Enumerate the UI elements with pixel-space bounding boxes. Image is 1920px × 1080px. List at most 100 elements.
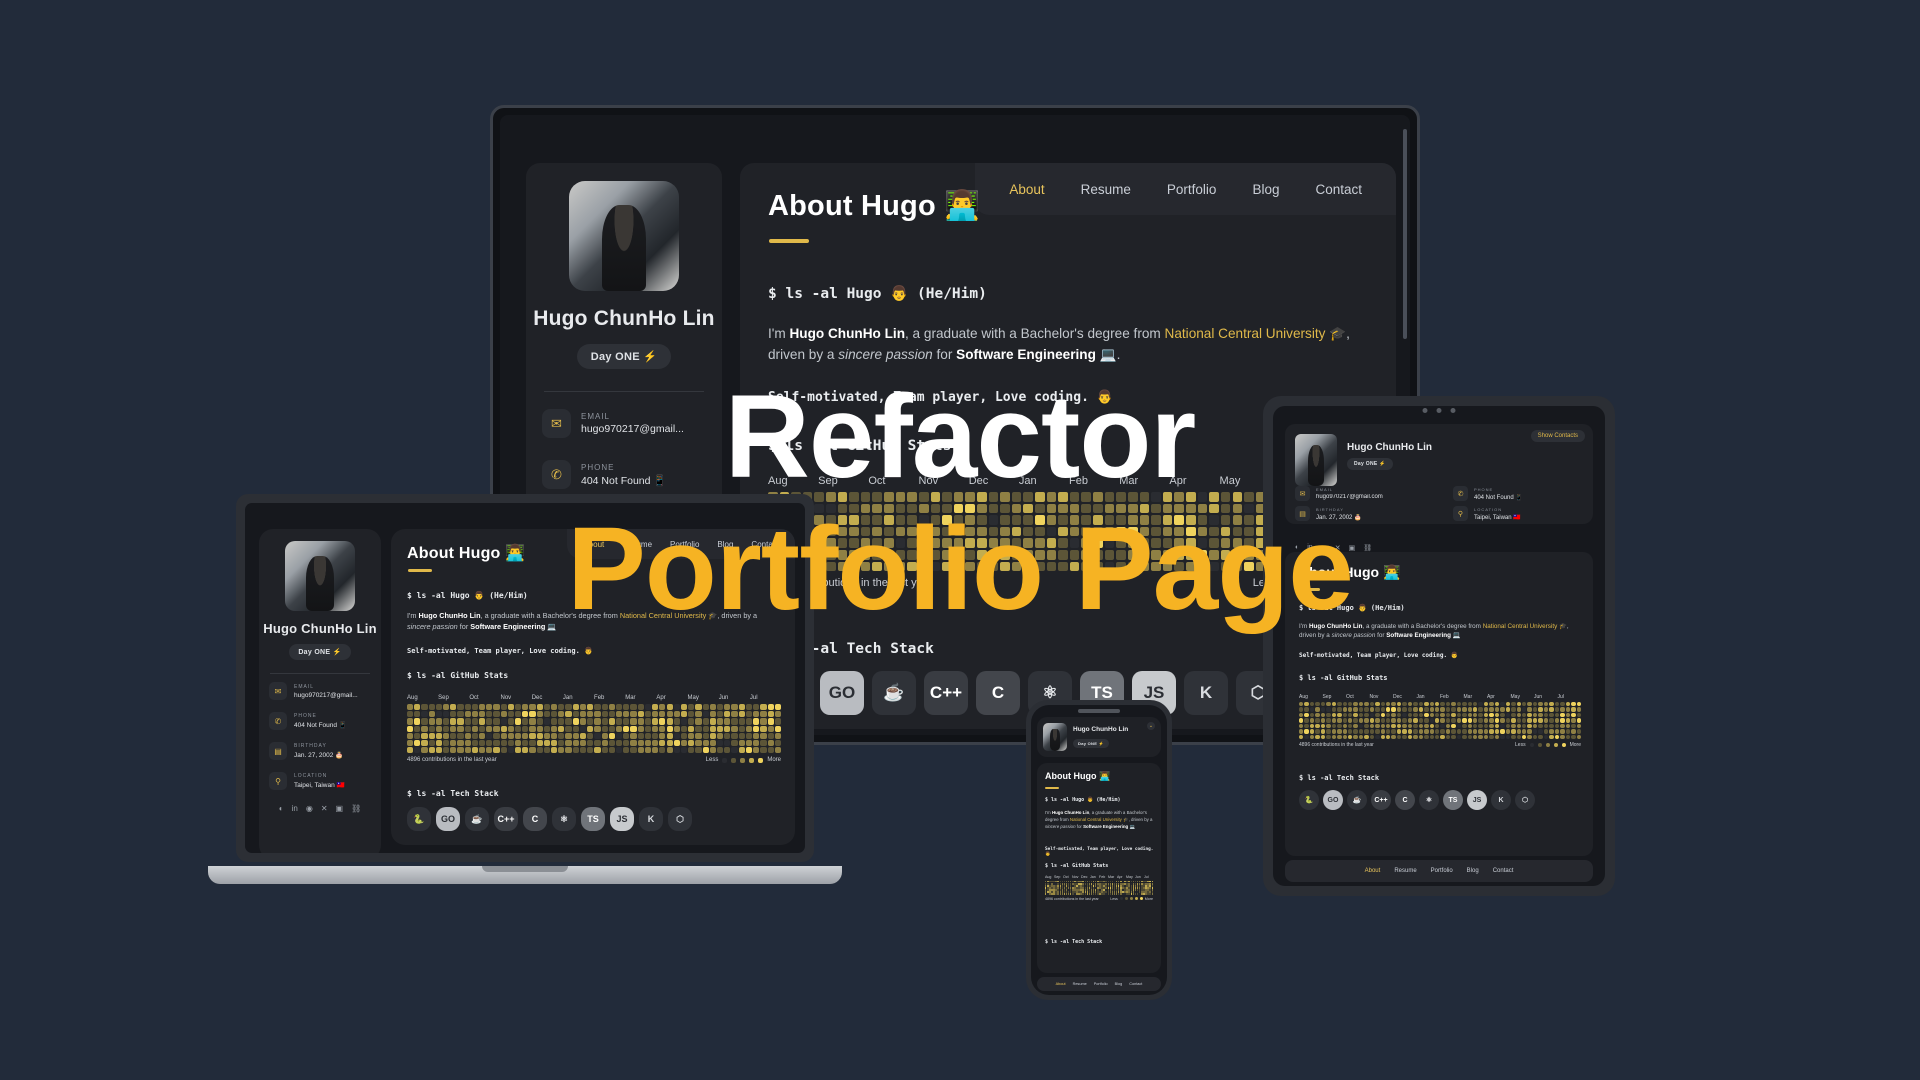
nav-item-blog[interactable]: Blog bbox=[717, 540, 733, 549]
chart-day-cell[interactable] bbox=[826, 561, 836, 572]
chart-day-cell[interactable] bbox=[1347, 712, 1353, 718]
chart-day-cell[interactable] bbox=[579, 711, 587, 718]
chart-day-cell[interactable] bbox=[1174, 538, 1184, 549]
chart-day-cell[interactable] bbox=[1522, 734, 1527, 740]
chart-day-cell[interactable] bbox=[414, 747, 421, 754]
chart-day-cell[interactable] bbox=[623, 747, 630, 754]
chart-day-cell[interactable] bbox=[1391, 707, 1396, 712]
chart-day-cell[interactable] bbox=[1429, 712, 1434, 718]
chart-day-cell[interactable] bbox=[630, 747, 637, 754]
chart-day-cell[interactable] bbox=[457, 718, 464, 725]
chart-day-cell[interactable] bbox=[760, 725, 767, 732]
threejs-icon[interactable]: ⬡ bbox=[1515, 790, 1535, 810]
chart-day-cell[interactable] bbox=[421, 718, 428, 725]
chart-day-cell[interactable] bbox=[1483, 734, 1489, 740]
chart-day-cell[interactable] bbox=[1418, 734, 1424, 740]
chart-day-cell[interactable] bbox=[1505, 712, 1511, 718]
chart-day-cell[interactable] bbox=[428, 725, 435, 732]
linkedin-icon[interactable]: in bbox=[1307, 544, 1312, 552]
chart-day-cell[interactable] bbox=[515, 718, 522, 725]
chart-day-cell[interactable] bbox=[837, 492, 848, 502]
chart-day-cell[interactable] bbox=[965, 515, 975, 525]
link-icon[interactable]: ⛓ bbox=[351, 804, 361, 813]
chart-day-cell[interactable] bbox=[1380, 723, 1385, 729]
chart-day-cell[interactable] bbox=[717, 718, 724, 725]
chart-day-cell[interactable] bbox=[965, 561, 975, 572]
chart-day-cell[interactable] bbox=[407, 711, 414, 718]
chart-day-cell[interactable] bbox=[450, 747, 457, 754]
chart-day-cell[interactable] bbox=[1402, 707, 1407, 712]
chart-day-cell[interactable] bbox=[428, 704, 435, 711]
chart-day-cell[interactable] bbox=[414, 711, 421, 718]
chart-day-cell[interactable] bbox=[464, 725, 471, 732]
chart-day-cell[interactable] bbox=[572, 732, 579, 740]
chart-day-cell[interactable] bbox=[724, 725, 731, 732]
chart-day-cell[interactable] bbox=[1554, 702, 1560, 707]
chart-day-cell[interactable] bbox=[1326, 702, 1331, 707]
chart-day-cell[interactable] bbox=[529, 740, 536, 747]
chart-day-cell[interactable] bbox=[1151, 550, 1161, 560]
chart-day-cell[interactable] bbox=[565, 704, 572, 711]
python-icon[interactable]: 🐍 bbox=[1299, 790, 1319, 810]
chart-day-cell[interactable] bbox=[1197, 550, 1208, 560]
chart-day-cell[interactable] bbox=[1549, 702, 1554, 707]
chart-day-cell[interactable] bbox=[1489, 718, 1494, 723]
chart-day-cell[interactable] bbox=[615, 732, 623, 740]
chart-day-cell[interactable] bbox=[760, 704, 767, 711]
chart-day-cell[interactable] bbox=[953, 515, 964, 525]
chart-day-cell[interactable] bbox=[579, 704, 587, 711]
chart-day-cell[interactable] bbox=[942, 561, 952, 572]
chart-day-cell[interactable] bbox=[1035, 550, 1045, 560]
chart-day-cell[interactable] bbox=[1560, 729, 1565, 734]
chart-day-cell[interactable] bbox=[1309, 729, 1315, 734]
chart-day-cell[interactable] bbox=[1104, 526, 1115, 537]
chart-day-cell[interactable] bbox=[1326, 707, 1331, 712]
chart-day-cell[interactable] bbox=[486, 711, 493, 718]
chart-day-cell[interactable] bbox=[1347, 723, 1353, 729]
chart-day-cell[interactable] bbox=[608, 747, 615, 754]
chart-day-cell[interactable] bbox=[1358, 702, 1364, 707]
chart-day-cell[interactable] bbox=[1434, 718, 1440, 723]
chart-day-cell[interactable] bbox=[1046, 561, 1057, 572]
chart-day-cell[interactable] bbox=[1478, 702, 1483, 707]
chart-day-cell[interactable] bbox=[493, 725, 500, 732]
chart-day-cell[interactable] bbox=[907, 503, 917, 514]
chart-day-cell[interactable] bbox=[644, 747, 652, 754]
chart-day-cell[interactable] bbox=[1035, 492, 1045, 502]
chart-day-cell[interactable] bbox=[760, 740, 767, 747]
chart-day-cell[interactable] bbox=[1440, 729, 1445, 734]
chart-day-cell[interactable] bbox=[615, 704, 623, 711]
chart-day-cell[interactable] bbox=[895, 515, 906, 525]
chart-day-cell[interactable] bbox=[895, 550, 906, 560]
chart-day-cell[interactable] bbox=[680, 740, 688, 747]
chart-day-cell[interactable] bbox=[1127, 492, 1138, 502]
chart-day-cell[interactable] bbox=[1451, 723, 1456, 729]
chart-day-cell[interactable] bbox=[702, 704, 709, 711]
java-icon[interactable]: ☕ bbox=[465, 807, 489, 831]
chart-day-cell[interactable] bbox=[1402, 723, 1407, 729]
chart-day-cell[interactable] bbox=[826, 503, 836, 514]
chart-day-cell[interactable] bbox=[1151, 515, 1161, 525]
chart-day-cell[interactable] bbox=[1197, 492, 1208, 502]
chart-day-cell[interactable] bbox=[623, 732, 630, 740]
chart-day-cell[interactable] bbox=[1467, 718, 1472, 723]
chart-day-cell[interactable] bbox=[1209, 550, 1219, 560]
chart-day-cell[interactable] bbox=[695, 704, 702, 711]
chart-day-cell[interactable] bbox=[872, 550, 883, 560]
chart-day-cell[interactable] bbox=[1402, 702, 1407, 707]
chart-day-cell[interactable] bbox=[738, 740, 745, 747]
nav-item-contact[interactable]: Contact bbox=[1129, 982, 1142, 986]
chart-day-cell[interactable] bbox=[680, 711, 688, 718]
chart-day-cell[interactable] bbox=[1342, 734, 1347, 740]
chart-day-cell[interactable] bbox=[1116, 503, 1126, 514]
chart-day-cell[interactable] bbox=[1451, 702, 1456, 707]
chart-day-cell[interactable] bbox=[1478, 729, 1483, 734]
chart-day-cell[interactable] bbox=[443, 740, 450, 747]
chart-day-cell[interactable] bbox=[1445, 729, 1451, 734]
chart-day-cell[interactable] bbox=[572, 725, 579, 732]
chart-day-cell[interactable] bbox=[1023, 492, 1034, 502]
chart-day-cell[interactable] bbox=[1543, 702, 1549, 707]
chart-day-cell[interactable] bbox=[558, 711, 565, 718]
chart-day-cell[interactable] bbox=[1532, 702, 1538, 707]
chart-day-cell[interactable] bbox=[1473, 707, 1478, 712]
